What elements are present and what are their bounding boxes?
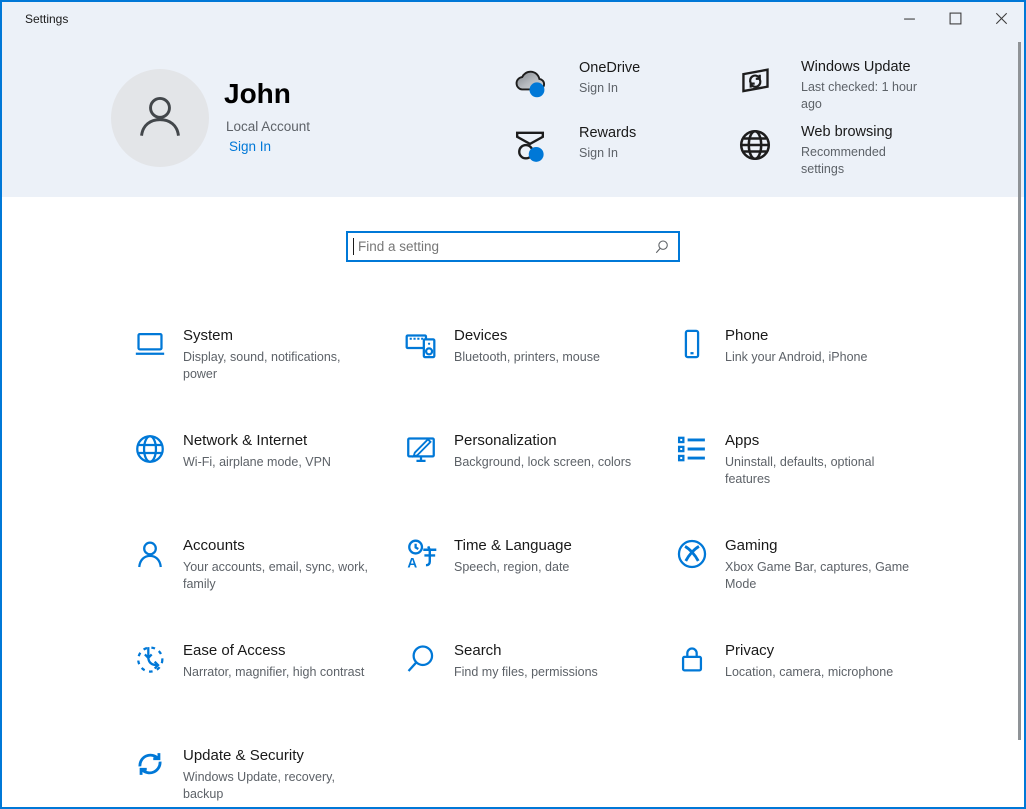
category-time-language[interactable]: A Time & Language Speech, region, date	[404, 536, 654, 576]
close-icon	[995, 12, 1008, 25]
category-title: Personalization	[454, 432, 557, 449]
quick-item-title: Windows Update	[801, 59, 911, 75]
category-subtitle: Xbox Game Bar, captures, Game Mode	[725, 560, 910, 591]
onedrive-cloud-icon	[511, 62, 549, 100]
magnifier-icon	[404, 642, 438, 676]
display-pen-icon	[404, 432, 438, 466]
maximize-button[interactable]	[932, 2, 978, 34]
category-title: Time & Language	[454, 537, 572, 554]
quick-item-onedrive[interactable]: OneDrive Sign In	[511, 60, 641, 100]
rewards-medal-icon	[511, 127, 549, 165]
category-subtitle: Wi-Fi, airplane mode, VPN	[183, 455, 331, 469]
category-subtitle: Your accounts, email, sync, work, family	[183, 560, 369, 591]
quick-item-title: OneDrive	[579, 60, 641, 76]
windows-update-icon	[736, 61, 774, 99]
category-accounts[interactable]: Accounts Your accounts, email, sync, work…	[133, 536, 383, 593]
category-subtitle: Link your Android, iPhone	[725, 350, 868, 364]
category-subtitle: Find my files, permissions	[454, 665, 598, 679]
user-account-type: Local Account	[226, 119, 311, 134]
maximize-icon	[949, 12, 962, 25]
sync-arrows-icon	[133, 747, 167, 781]
quick-item-title: Rewards	[579, 125, 637, 141]
category-title: Devices	[454, 327, 508, 344]
network-globe-icon	[133, 432, 167, 466]
category-subtitle: Uninstall, defaults, optional features	[725, 455, 875, 486]
category-privacy[interactable]: Privacy Location, camera, microphone	[675, 641, 925, 681]
search-box	[346, 231, 680, 262]
category-update-security[interactable]: Update & Security Windows Update, recover…	[133, 746, 383, 803]
quick-item-subtitle: Sign In	[579, 81, 618, 95]
category-subtitle: Bluetooth, printers, mouse	[454, 350, 600, 364]
phone-icon	[675, 327, 709, 361]
category-subtitle: Speech, region, date	[454, 560, 570, 574]
category-devices[interactable]: Devices Bluetooth, printers, mouse	[404, 326, 654, 366]
quick-item-windows-update[interactable]: Windows Update Last checked: 1 hour ago	[736, 59, 933, 112]
category-phone[interactable]: Phone Link your Android, iPhone	[675, 326, 925, 366]
lock-icon	[675, 642, 709, 676]
category-subtitle: Narrator, magnifier, high contrast	[183, 665, 365, 679]
xbox-icon	[675, 537, 709, 571]
category-title: Network & Internet	[183, 432, 308, 449]
quick-item-subtitle: Sign In	[579, 146, 618, 160]
category-personalization[interactable]: Personalization Background, lock screen, …	[404, 431, 654, 471]
category-apps[interactable]: Apps Uninstall, defaults, optional featur…	[675, 431, 925, 488]
category-subtitle: Windows Update, recovery, backup	[183, 770, 335, 801]
category-title: System	[183, 327, 234, 344]
search-input[interactable]	[348, 233, 678, 260]
svg-text:A: A	[407, 556, 417, 571]
category-title: Privacy	[725, 642, 775, 659]
window-title: Settings	[25, 12, 69, 26]
category-title: Phone	[725, 327, 769, 344]
quick-item-subtitle: Recommended settings	[801, 145, 886, 176]
category-ease-of-access[interactable]: Ease of Access Narrator, magnifier, high …	[133, 641, 383, 681]
quick-item-title: Web browsing	[801, 124, 893, 140]
quick-item-web-browsing[interactable]: Web browsing Recommended settings	[736, 124, 915, 177]
category-title: Ease of Access	[183, 642, 286, 659]
settings-window: Settings John Local Account Sign In OneD…	[0, 0, 1026, 809]
window-controls	[886, 2, 1024, 34]
person-icon	[133, 537, 167, 571]
minimize-button[interactable]	[886, 2, 932, 34]
keyboard-speaker-icon	[404, 327, 438, 361]
text-caret	[353, 238, 354, 255]
close-button[interactable]	[978, 2, 1024, 34]
laptop-icon	[133, 327, 167, 361]
category-gaming[interactable]: Gaming Xbox Game Bar, captures, Game Mode	[675, 536, 925, 593]
sign-in-link[interactable]: Sign In	[229, 139, 271, 154]
quick-item-rewards[interactable]: Rewards Sign In	[511, 125, 637, 165]
category-network[interactable]: Network & Internet Wi-Fi, airplane mode, …	[133, 431, 383, 471]
category-title: Accounts	[183, 537, 245, 554]
category-title: Update & Security	[183, 747, 304, 764]
category-title: Apps	[725, 432, 760, 449]
category-title: Search	[454, 642, 502, 659]
person-avatar-icon	[133, 89, 187, 148]
category-system[interactable]: System Display, sound, notifications, pow…	[133, 326, 383, 383]
apps-list-icon	[675, 432, 709, 466]
clock-language-icon: A	[404, 537, 438, 571]
scrollbar-thumb[interactable]	[1018, 42, 1021, 740]
minimize-icon	[903, 12, 916, 25]
avatar	[111, 69, 209, 167]
category-subtitle: Background, lock screen, colors	[454, 455, 632, 469]
web-globe-icon	[736, 126, 774, 164]
category-search[interactable]: Search Find my files, permissions	[404, 641, 654, 681]
user-name: John	[224, 78, 291, 109]
ease-of-access-icon	[133, 642, 167, 676]
category-subtitle: Display, sound, notifications, power	[183, 350, 341, 381]
category-title: Gaming	[725, 537, 778, 554]
category-subtitle: Location, camera, microphone	[725, 665, 894, 679]
quick-item-subtitle: Last checked: 1 hour ago	[801, 80, 918, 111]
